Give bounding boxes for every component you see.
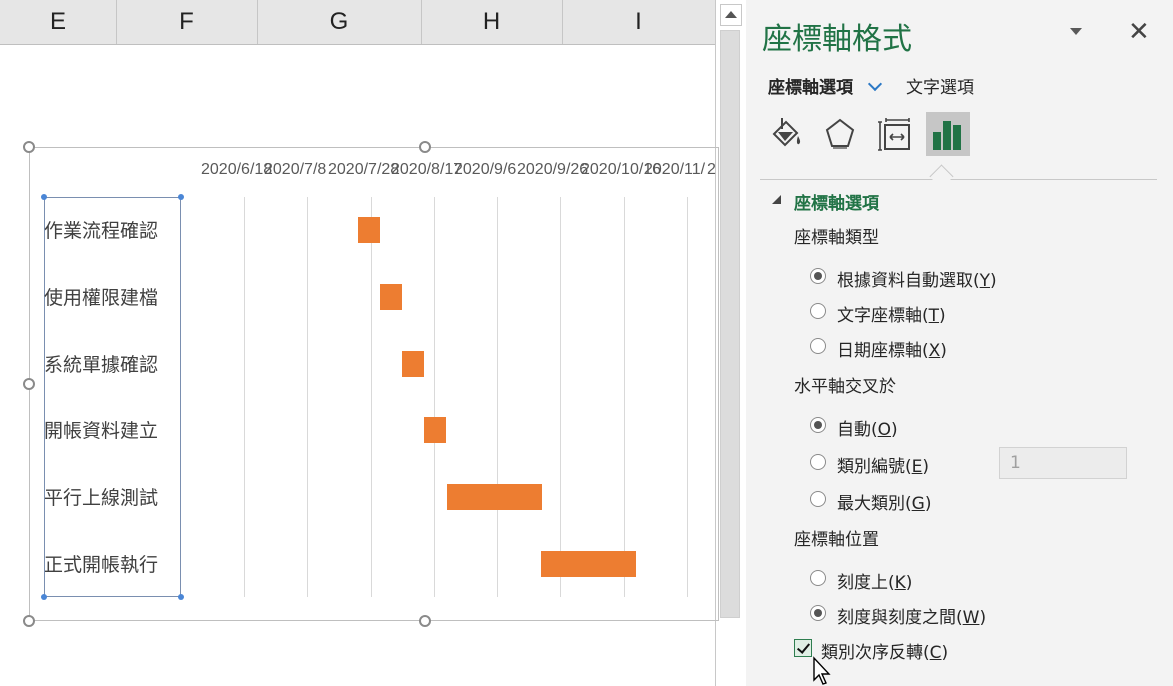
radio-button[interactable] [810,338,826,354]
category-number-input[interactable]: 1 [999,447,1127,479]
radio-label[interactable]: 文字座標軸(T) [837,301,946,326]
gridline [560,197,561,597]
gantt-bar[interactable] [447,484,542,510]
worksheet-area[interactable]: E F G H I 2020/6/18 2020/7/8 2020/7/28 2020… [0,0,746,686]
column-header-g[interactable]: G [257,0,422,44]
x-tick-label: 2020/7/8 [264,161,327,178]
reverse-order-label[interactable]: 類別次序反轉(C) [821,638,948,663]
tab-pointer [929,164,954,189]
radio-label[interactable]: 自動(O) [837,415,898,440]
axis-handle-bottom-left[interactable] [41,594,47,600]
gridline [307,197,308,597]
axis-handle-top-left[interactable] [41,194,47,200]
x-tick-label: 2020/6/18 [201,161,273,178]
size-properties-icon[interactable] [872,112,916,156]
scroll-thumb[interactable] [720,30,740,618]
resize-handle-top[interactable] [419,141,431,153]
gantt-bar[interactable] [541,551,636,577]
format-axis-pane: 座標軸格式 ✕ 座標軸選項 文字選項 座標軸選項 座標軸類型 根據資料自動選取(… [746,0,1173,686]
vertical-scrollbar[interactable] [715,0,746,686]
radio-label[interactable]: 日期座標軸(X) [837,336,947,361]
x-tick-label: 2020/9/6 [454,161,517,178]
axis-handle-bottom-right[interactable] [178,594,184,600]
axis-type-label: 座標軸類型 [794,228,879,248]
radio-label[interactable]: 刻度上(K) [837,568,912,593]
category-label: 系統單據確認 [44,354,159,376]
tab-text-options[interactable]: 文字選項 [906,73,974,98]
resize-handle-left[interactable] [23,378,35,390]
collapse-triangle-icon[interactable] [772,195,781,204]
gridline [624,197,625,597]
pane-title: 座標軸格式 [762,22,912,57]
x-tick-label: 2020/11/ [644,161,706,178]
radio-label[interactable]: 類別編號(E) [837,452,929,477]
effects-icon[interactable] [818,112,862,156]
x-tick-label: 2020/9/26 [517,161,589,178]
radio-button[interactable] [810,491,826,507]
reverse-order-checkbox[interactable] [794,639,812,657]
resize-handle-bottom-left[interactable] [23,615,35,627]
column-header-h[interactable]: H [421,0,563,44]
gridline [244,197,245,597]
chevron-down-icon[interactable] [867,76,883,92]
radio-label[interactable]: 根據資料自動選取(Y) [837,266,997,291]
gridline [687,197,688,597]
radio-button[interactable] [810,417,826,433]
resize-handle-bottom[interactable] [419,615,431,627]
gantt-bar[interactable] [424,417,446,443]
axis-handle-top-right[interactable] [178,194,184,200]
gridline [434,197,435,597]
fill-line-icon[interactable] [764,112,808,156]
radio-button[interactable] [810,570,826,586]
column-header-e[interactable]: E [0,0,117,44]
category-axis-selection[interactable] [44,197,181,597]
category-label: 使用權限建檔 [44,287,159,309]
pane-separator [760,179,1157,180]
axis-options-icon[interactable] [926,112,970,156]
gridline [371,197,372,597]
column-header-i[interactable]: I [562,0,715,44]
radio-button[interactable] [810,605,826,621]
column-headers: E F G H I [0,0,715,45]
axis-position-label: 座標軸位置 [794,530,879,550]
gantt-bar[interactable] [380,284,402,310]
column-header-f[interactable]: F [116,0,258,44]
gantt-bar[interactable] [358,217,380,243]
gantt-bar[interactable] [402,351,424,377]
pane-options-dropdown-icon[interactable] [1070,28,1082,35]
scroll-up-arrow-icon[interactable] [720,4,742,26]
radio-label[interactable]: 最大類別(G) [837,489,931,514]
x-tick-label: 2020/7/28 [328,161,400,178]
x-tick-label: 2 [707,161,716,178]
category-label: 開帳資料建立 [44,420,159,442]
resize-handle-top-left[interactable] [23,141,35,153]
category-label: 作業流程確認 [44,220,159,242]
radio-button[interactable] [810,454,826,470]
x-tick-label: 2020/8/17 [391,161,463,178]
radio-button[interactable] [810,268,826,284]
tab-axis-options[interactable]: 座標軸選項 [768,73,853,98]
category-label: 正式開帳執行 [44,554,159,576]
crosses-label: 水平軸交叉於 [794,377,896,397]
radio-button[interactable] [810,303,826,319]
gridline [497,197,498,597]
close-icon[interactable]: ✕ [1128,18,1150,46]
section-axis-options[interactable]: 座標軸選項 [794,189,879,214]
radio-label[interactable]: 刻度與刻度之間(W) [837,603,986,628]
mouse-cursor-icon [813,656,831,685]
category-label: 平行上線測試 [44,487,159,509]
